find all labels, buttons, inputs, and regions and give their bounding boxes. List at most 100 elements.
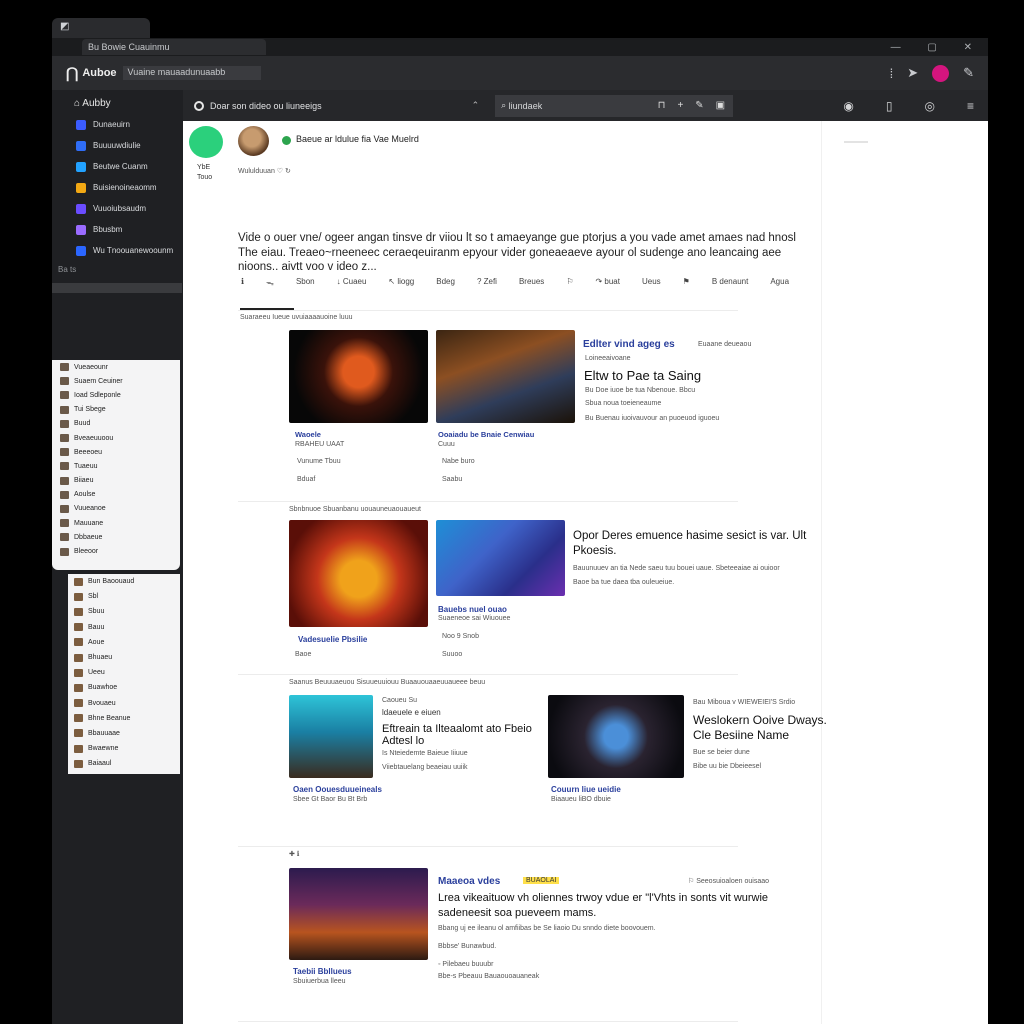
lock-icon[interactable]: ⊓ bbox=[658, 100, 666, 111]
plus-icon[interactable]: + bbox=[677, 100, 683, 111]
panel-item[interactable]: Bvouaeu bbox=[68, 696, 180, 711]
card-title[interactable]: Ooaiadu be Bnaie Cenwiau bbox=[438, 430, 534, 439]
flyout-label: Bleeoor bbox=[74, 548, 99, 556]
post-action[interactable]: Agua bbox=[770, 277, 789, 288]
video-thumbnail[interactable] bbox=[289, 695, 373, 778]
divider bbox=[238, 1021, 738, 1022]
flyout-item[interactable]: Buud bbox=[52, 417, 180, 431]
sidebar-item[interactable]: Buisienoineaomm bbox=[52, 177, 183, 198]
sidebar-item[interactable]: Vuuoiubsaudm bbox=[52, 198, 183, 219]
feature-headline[interactable]: Lrea vikeaituow vh oliennes trwoy vdue e… bbox=[438, 891, 778, 921]
flyout-label: Mauuane bbox=[74, 519, 104, 527]
flyout-item[interactable]: Aoulse bbox=[52, 488, 180, 502]
share-icon[interactable]: ➤ bbox=[907, 65, 918, 81]
notifications-icon[interactable]: ◎ bbox=[925, 99, 935, 113]
post-action[interactable]: ↷ buat bbox=[595, 277, 620, 288]
panel-item[interactable]: Ueeu bbox=[68, 665, 180, 680]
flyout-item[interactable]: Dbbaeue bbox=[52, 530, 180, 544]
card-headline[interactable]: Weslokern Ooive Dways. Cle Besiine Name bbox=[693, 713, 843, 743]
channel-avatar[interactable] bbox=[189, 126, 223, 158]
panel-item[interactable]: Buawhoe bbox=[68, 680, 180, 695]
feature-headline[interactable]: Eltw to Pae ta Saing bbox=[584, 368, 701, 383]
sidebar-item[interactable]: Beutwe Cuanm bbox=[52, 156, 183, 177]
card-title[interactable]: Oaen Oouesduueineals bbox=[293, 785, 382, 794]
browser-tab[interactable]: Bu Bowie Cuauinmu bbox=[82, 39, 266, 55]
sidebar-item[interactable]: Wu Tnoouanewoounm bbox=[52, 240, 183, 261]
sidebar-header[interactable]: ⌂ Aubby bbox=[52, 90, 183, 114]
flyout-item[interactable]: Tui Sbege bbox=[52, 403, 180, 417]
feature-kicker[interactable]: Maaeoa vdes bbox=[438, 876, 500, 887]
flyout-item[interactable]: Vueaeounr bbox=[52, 360, 180, 374]
address-field[interactable]: Vuaine mauaadunuaabb bbox=[122, 66, 261, 80]
flyout-item[interactable]: Vuueanoe bbox=[52, 502, 180, 516]
flyout-item[interactable]: Bveaeuuoou bbox=[52, 431, 180, 445]
card-title[interactable]: Taebii Bbllueus bbox=[293, 967, 352, 976]
flyout-item[interactable]: Biiaeu bbox=[52, 474, 180, 488]
post-action[interactable]: ⚑ bbox=[683, 277, 690, 288]
panel-item[interactable]: Bauu bbox=[68, 620, 180, 635]
right-rail bbox=[821, 121, 988, 1024]
flyout-item[interactable]: Beeeoeu bbox=[52, 445, 180, 459]
window-controls[interactable]: — ▢ ✕ bbox=[891, 42, 988, 53]
post-action[interactable]: Bdeg bbox=[436, 277, 455, 288]
video-thumbnail[interactable] bbox=[289, 520, 428, 627]
panel-item[interactable]: Aoue bbox=[68, 635, 180, 650]
flyout-item[interactable]: Tuaeuu bbox=[52, 459, 180, 473]
sidebar-item[interactable]: Bbusbm bbox=[52, 219, 183, 240]
post-action[interactable]: ↖ liogg bbox=[388, 277, 414, 288]
panel-item[interactable]: Sbl bbox=[68, 589, 180, 604]
flyout-label: Vueaeounr bbox=[74, 363, 108, 371]
sidebar-item[interactable]: Buuuuwdiulie bbox=[52, 135, 183, 156]
card-title[interactable]: Couurn liue ueidie bbox=[551, 785, 621, 794]
card-title[interactable]: Vadesuelie Pbsilie bbox=[298, 635, 367, 644]
flyout-label: Aoulse bbox=[74, 491, 96, 499]
post-action[interactable]: ↓ Cuaeu bbox=[337, 277, 367, 288]
status-icon[interactable]: ◉ bbox=[843, 99, 853, 113]
category-icon bbox=[76, 119, 86, 130]
post-action[interactable]: Sbon bbox=[296, 277, 315, 288]
panel-item[interactable]: Bbauuaae bbox=[68, 726, 180, 741]
extensions-icon[interactable]: ✎ bbox=[963, 65, 974, 81]
post-action[interactable]: ? Zefi bbox=[477, 277, 497, 288]
flyout-item[interactable]: Mauuane bbox=[52, 516, 180, 530]
panel-item[interactable]: Sbuu bbox=[68, 604, 180, 619]
profile-avatar[interactable] bbox=[932, 64, 950, 82]
post-action[interactable]: ᯓ bbox=[266, 277, 274, 288]
card-title[interactable]: Waoele bbox=[295, 430, 321, 439]
video-thumbnail[interactable] bbox=[289, 868, 428, 960]
menu-icon[interactable]: ≡ bbox=[967, 99, 974, 113]
post-action[interactable]: B denaunt bbox=[712, 277, 748, 288]
panel-item[interactable]: Bhuaeu bbox=[68, 650, 180, 665]
flyout-item[interactable]: Suaem Ceuiner bbox=[52, 374, 180, 388]
post-action[interactable]: ℹ bbox=[241, 277, 244, 288]
panel-icon[interactable]: ▯ bbox=[886, 99, 893, 113]
feature-headline[interactable]: Opor Deres emuence hasime sesict is var.… bbox=[573, 529, 813, 559]
post-action[interactable]: Ueus bbox=[642, 277, 661, 288]
video-thumbnail[interactable] bbox=[289, 330, 428, 423]
video-thumbnail[interactable] bbox=[436, 520, 565, 596]
panel-item[interactable]: Baiaaul bbox=[68, 756, 180, 771]
brand-logo-icon[interactable]: ⋂ bbox=[66, 64, 78, 82]
cursor-bar-icon[interactable]: ⁞ bbox=[890, 66, 894, 81]
image-icon[interactable]: ▣ bbox=[716, 100, 725, 111]
card-headline[interactable]: Eftreain ta Ilteaalomt ato Fbeio Adtesl … bbox=[382, 723, 532, 747]
card-title[interactable]: Bauebs nuel ouao bbox=[438, 605, 507, 614]
card-line: Is Nteiedemte Baieue Iiiuue bbox=[382, 750, 468, 757]
feature-kicker[interactable]: Edlter vind ageg es bbox=[583, 339, 675, 350]
panel-item[interactable]: Bhne Beanue bbox=[68, 711, 180, 726]
poster-avatar[interactable] bbox=[238, 126, 269, 156]
flyout-item[interactable]: Ioad Sdleponle bbox=[52, 388, 180, 402]
post-action[interactable]: Breues bbox=[519, 277, 544, 288]
mic-icon[interactable]: ✎ bbox=[695, 100, 703, 111]
video-thumbnail[interactable] bbox=[548, 695, 684, 778]
sidebar-item[interactable]: Dunaeuirn bbox=[52, 114, 183, 135]
post-action[interactable]: ⚐ bbox=[566, 277, 573, 288]
video-thumbnail[interactable] bbox=[436, 330, 575, 423]
outer-tab[interactable]: ◩ bbox=[52, 18, 150, 40]
search-input[interactable]: ⌕ liundaek ⊓ + ✎ ▣ bbox=[495, 94, 734, 117]
flyout-item[interactable]: Bleeoor bbox=[52, 544, 180, 558]
panel-item[interactable]: Bwaewne bbox=[68, 741, 180, 756]
chevron-up-icon[interactable]: ⌃ bbox=[472, 100, 480, 111]
panel-item[interactable]: Bun Baoouaud bbox=[68, 574, 180, 589]
post-title[interactable]: Baeue ar ldulue fia Vae Muelrd bbox=[296, 134, 419, 144]
